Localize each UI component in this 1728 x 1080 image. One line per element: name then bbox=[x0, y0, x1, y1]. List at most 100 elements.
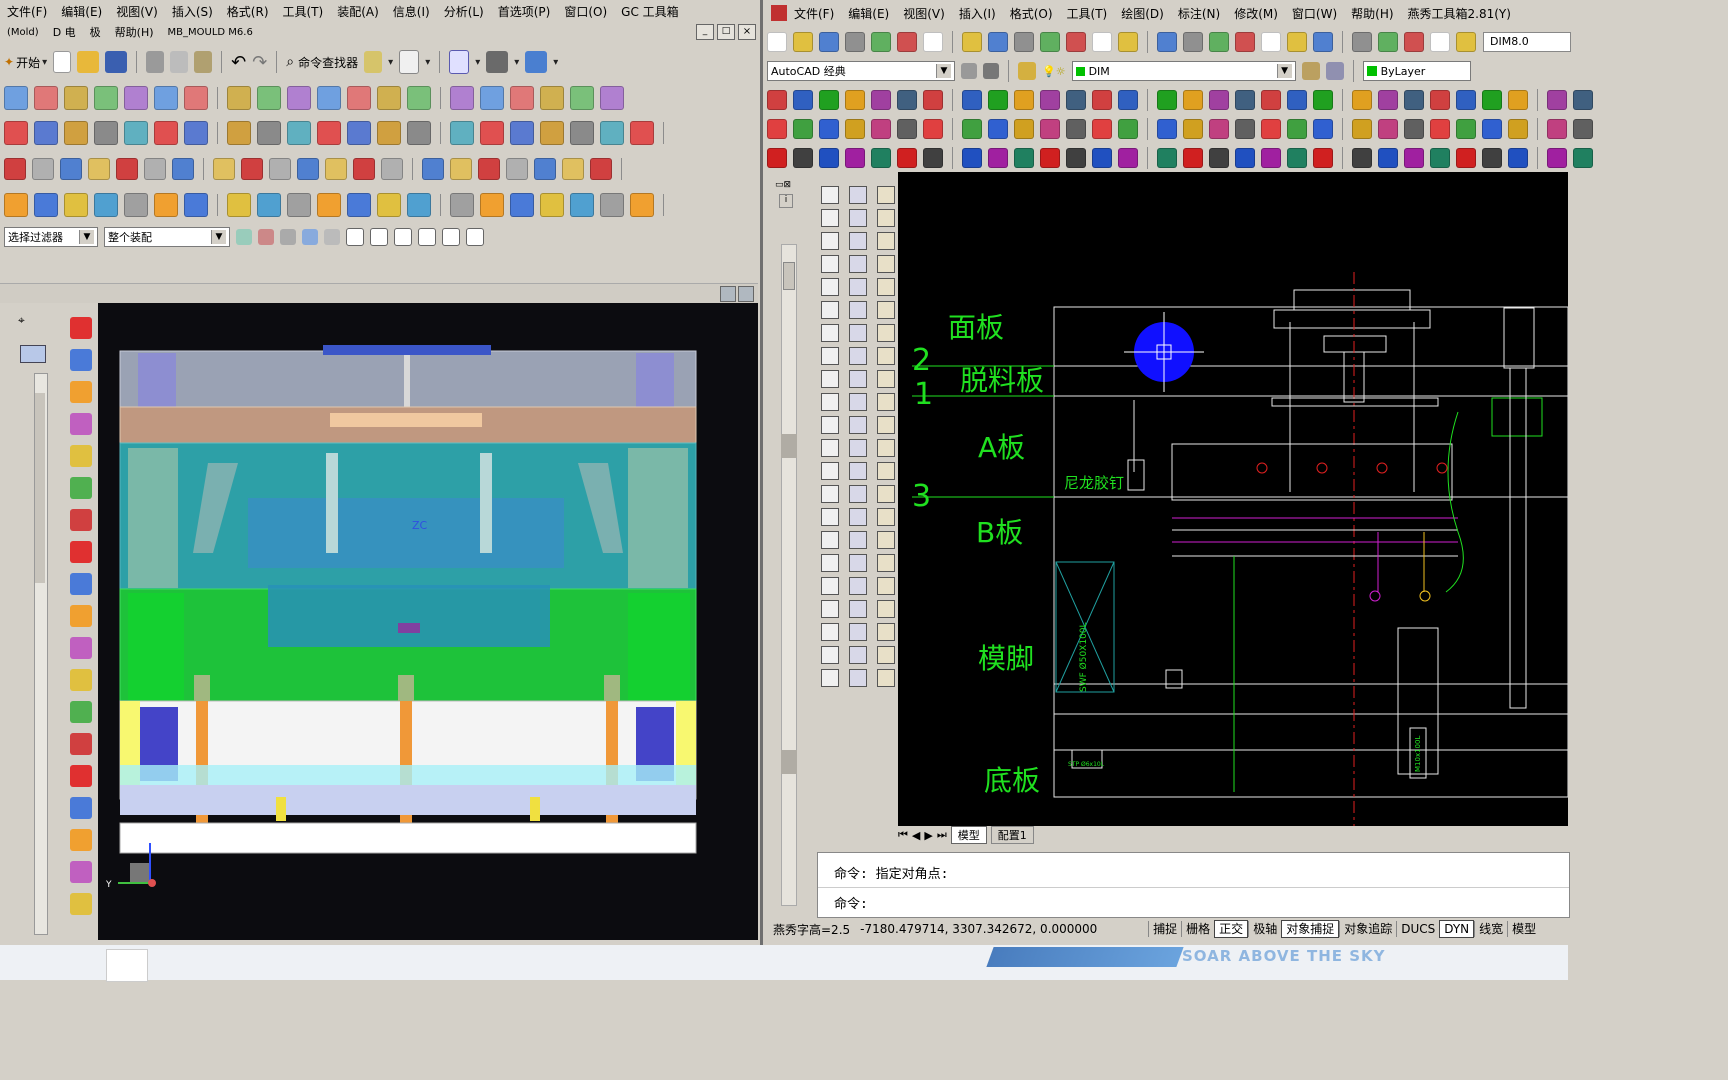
panel-scrollbar[interactable] bbox=[781, 244, 797, 906]
curve-tool-icon[interactable] bbox=[422, 158, 444, 180]
standard-tool-icon[interactable] bbox=[1157, 32, 1177, 52]
yanxiu2-tool-icon[interactable] bbox=[1482, 119, 1502, 139]
feature-tool-icon[interactable] bbox=[64, 121, 88, 145]
yanxiu-tool-icon[interactable] bbox=[923, 90, 943, 110]
draw-tool-icon[interactable] bbox=[821, 439, 839, 457]
solid-tool-icon[interactable] bbox=[124, 193, 148, 217]
draw-tool-icon[interactable] bbox=[849, 508, 867, 526]
feature-tool-icon[interactable] bbox=[184, 121, 208, 145]
standard-tool-icon[interactable] bbox=[1014, 32, 1034, 52]
polar-toggle[interactable]: 极轴 bbox=[1248, 921, 1281, 937]
mold-wizard-icon[interactable] bbox=[70, 797, 92, 819]
standard-tool-icon[interactable] bbox=[1118, 32, 1138, 52]
yanxiu3-tool-icon[interactable] bbox=[1261, 148, 1281, 168]
feature-tool-icon[interactable] bbox=[570, 121, 594, 145]
workspace-save-icon[interactable] bbox=[983, 63, 999, 79]
tab-model[interactable]: 模型 bbox=[950, 826, 987, 844]
maximize-view-icon[interactable] bbox=[720, 286, 736, 302]
save-icon[interactable] bbox=[105, 51, 128, 73]
feature-tool-icon[interactable] bbox=[287, 121, 311, 145]
snap-existing-point-icon[interactable] bbox=[466, 228, 484, 246]
draw-tool-icon[interactable] bbox=[821, 623, 839, 641]
yanxiu3-tool-icon[interactable] bbox=[819, 148, 839, 168]
draw-tool-icon[interactable] bbox=[877, 646, 895, 664]
yanxiu3-tool-icon[interactable] bbox=[793, 148, 813, 168]
yanxiu3-tool-icon[interactable] bbox=[923, 148, 943, 168]
yanxiu-tool-icon[interactable] bbox=[1378, 90, 1398, 110]
acad-menu-edit[interactable]: 编辑(E) bbox=[841, 5, 896, 22]
draw-tool-icon[interactable] bbox=[849, 232, 867, 250]
solid-tool-icon[interactable] bbox=[450, 193, 474, 217]
grid-toggle[interactable]: 栅格 bbox=[1181, 921, 1214, 937]
solid-tool-icon[interactable] bbox=[540, 193, 564, 217]
select-filter-dropdown[interactable]: 选择过滤器 ▼ bbox=[4, 227, 98, 247]
yanxiu3-tool-icon[interactable] bbox=[1378, 148, 1398, 168]
orient-view-icon[interactable] bbox=[525, 51, 548, 73]
standard-tool-icon[interactable] bbox=[1313, 32, 1333, 52]
yanxiu2-tool-icon[interactable] bbox=[1092, 119, 1112, 139]
yanxiu2-tool-icon[interactable] bbox=[1118, 119, 1138, 139]
yanxiu2-tool-icon[interactable] bbox=[1040, 119, 1060, 139]
nx-menu-mbmould[interactable]: MB_MOULD M6.6 bbox=[161, 27, 260, 38]
feature-tool-icon[interactable] bbox=[94, 121, 118, 145]
yanxiu2-tool-icon[interactable] bbox=[923, 119, 943, 139]
draw-tool-icon[interactable] bbox=[849, 301, 867, 319]
draw-tool-icon[interactable] bbox=[821, 232, 839, 250]
yanxiu3-tool-icon[interactable] bbox=[1456, 148, 1476, 168]
model-toggle[interactable]: 模型 bbox=[1507, 921, 1540, 937]
mold-wizard-icon[interactable] bbox=[70, 413, 92, 435]
nx-menu-gc-toolbox[interactable]: GC 工具箱 bbox=[614, 3, 686, 20]
mold-tool-icon[interactable] bbox=[154, 86, 178, 110]
yanxiu2-tool-icon[interactable] bbox=[1352, 119, 1372, 139]
resource-dropdown[interactable] bbox=[20, 345, 46, 363]
yanxiu-tool-icon[interactable] bbox=[845, 90, 865, 110]
yanxiu-tool-icon[interactable] bbox=[1209, 90, 1229, 110]
curve-tool-icon[interactable] bbox=[32, 158, 54, 180]
mold-wizard-icon[interactable] bbox=[70, 509, 92, 531]
paste-icon[interactable] bbox=[194, 51, 213, 73]
mold-tool-icon[interactable] bbox=[287, 86, 311, 110]
yanxiu2-tool-icon[interactable] bbox=[1573, 119, 1593, 139]
draw-tool-icon[interactable] bbox=[877, 393, 895, 411]
yanxiu3-tool-icon[interactable] bbox=[1066, 148, 1086, 168]
solid-tool-icon[interactable] bbox=[377, 193, 401, 217]
feature-tool-icon[interactable] bbox=[377, 121, 401, 145]
yanxiu-tool-icon[interactable] bbox=[1287, 90, 1307, 110]
standard-tool-icon[interactable] bbox=[845, 32, 865, 52]
pin-icon[interactable]: ⌖ bbox=[18, 313, 25, 328]
feature-tool-icon[interactable] bbox=[600, 121, 624, 145]
yanxiu2-tool-icon[interactable] bbox=[1378, 119, 1398, 139]
mold-wizard-icon[interactable] bbox=[70, 861, 92, 883]
acad-menu-help[interactable]: 帮助(H) bbox=[1344, 5, 1400, 22]
mold-wizard-icon[interactable] bbox=[70, 605, 92, 627]
standard-tool-icon[interactable] bbox=[1040, 32, 1060, 52]
open-folder-icon[interactable] bbox=[77, 51, 100, 73]
tab-layout1[interactable]: 配置1 bbox=[990, 826, 1034, 844]
feature-tool-icon[interactable] bbox=[450, 121, 474, 145]
yanxiu-tool-icon[interactable] bbox=[1066, 90, 1086, 110]
mold-wizard-icon[interactable] bbox=[70, 829, 92, 851]
draw-tool-icon[interactable] bbox=[821, 577, 839, 595]
yanxiu-tool-icon[interactable] bbox=[1235, 90, 1255, 110]
nx-menu-tools[interactable]: 工具(T) bbox=[276, 3, 331, 20]
mold-wizard-icon[interactable] bbox=[70, 317, 92, 339]
mold-wizard-icon[interactable] bbox=[70, 573, 92, 595]
panel-info-icon[interactable]: i bbox=[779, 194, 793, 208]
standard-tool-icon[interactable] bbox=[1183, 32, 1203, 52]
solid-tool-icon[interactable] bbox=[600, 193, 624, 217]
yanxiu-tool-icon[interactable] bbox=[1404, 90, 1424, 110]
mold-tool-icon[interactable] bbox=[4, 86, 28, 110]
yanxiu2-tool-icon[interactable] bbox=[1287, 119, 1307, 139]
curve-tool-icon[interactable] bbox=[213, 158, 235, 180]
yanxiu2-tool-icon[interactable] bbox=[1547, 119, 1567, 139]
yanxiu-tool-icon[interactable] bbox=[1482, 90, 1502, 110]
standard-tool-icon[interactable] bbox=[923, 32, 943, 52]
selection-icon[interactable] bbox=[399, 50, 420, 74]
dimstyle-field[interactable]: DIM8.0 bbox=[1483, 32, 1571, 52]
yanxiu2-tool-icon[interactable] bbox=[897, 119, 917, 139]
feature-tool-icon[interactable] bbox=[630, 121, 654, 145]
snap-arc-icon[interactable] bbox=[394, 228, 412, 246]
solid-tool-icon[interactable] bbox=[317, 193, 341, 217]
yanxiu-tool-icon[interactable] bbox=[962, 90, 982, 110]
acad-menu-yanxiu[interactable]: 燕秀工具箱2.81(Y) bbox=[1401, 5, 1518, 22]
